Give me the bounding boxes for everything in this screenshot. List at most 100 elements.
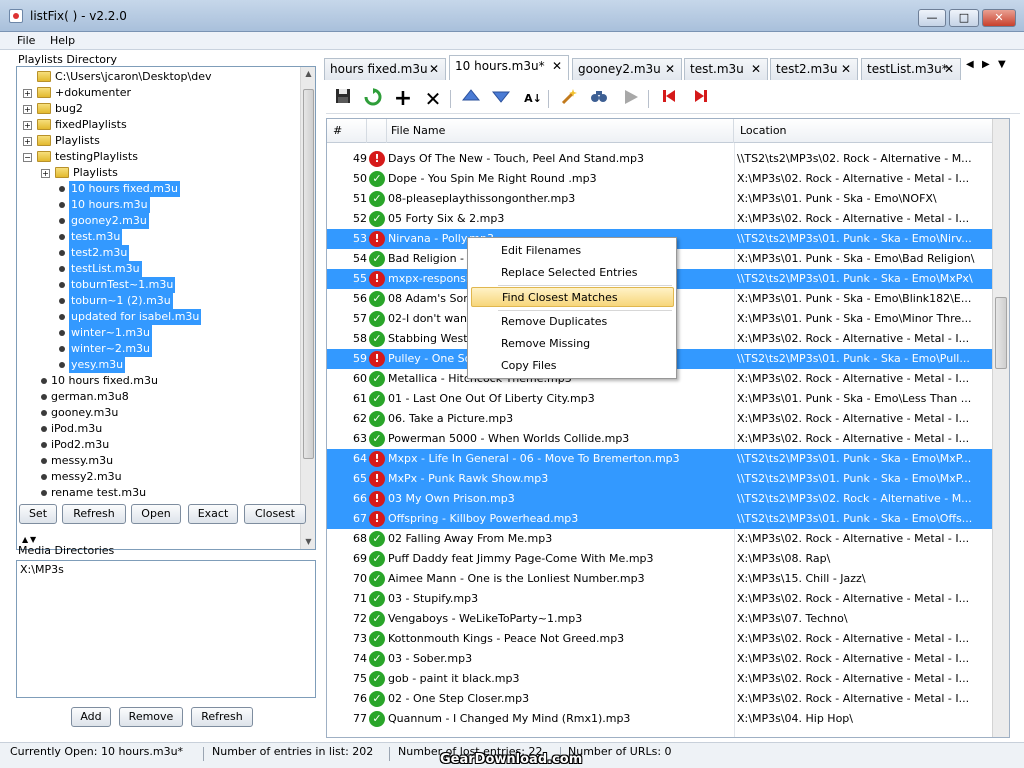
menu-copy-files[interactable]: Copy Files <box>471 356 674 376</box>
table-row[interactable]: 75 ✓ gob - paint it black.mp3 X:\MP3s\02. R… <box>327 669 993 689</box>
tree-node[interactable]: + Playlists <box>17 133 301 149</box>
table-row[interactable]: 52 ✓ 05 Forty Six & 2.mp3 X:\MP3s\02. Rock … <box>327 209 993 229</box>
menu-replace-selected-entries[interactable]: Replace Selected Entries <box>471 263 674 283</box>
table-row[interactable]: 74 ✓ 03 - Sober.mp3 X:\MP3s\02. Rock - Alte… <box>327 649 993 669</box>
tree-node[interactable]: testList.m3u <box>17 261 301 277</box>
tab-list-icon[interactable]: ▼ <box>998 59 1006 70</box>
playlists-tree[interactable]: rename test.m3u messy2.m3u messy.m3u iPod2.… <box>16 66 316 550</box>
tree-node[interactable]: − testingPlaylists <box>17 149 301 165</box>
table-scroll-thumb[interactable] <box>995 297 1007 369</box>
tree-node[interactable]: toburn~1 (2).m3u <box>17 293 301 309</box>
tree-node[interactable]: + fixedPlaylists <box>17 117 301 133</box>
expand-icon[interactable]: + <box>23 89 32 98</box>
table-row[interactable]: 68 ✓ 02 Falling Away From Me.mp3 X:\MP3s\02… <box>327 529 993 549</box>
delete-icon[interactable]: ✕ <box>422 88 444 110</box>
sort-icon[interactable]: A↓ <box>522 88 544 110</box>
table-row[interactable]: 66! 03 My Own Prison.mp3 \\TS2\ts2\MP3s\02… <box>327 489 993 509</box>
tab-testlist[interactable]: testList.m3u* ✕ <box>861 58 961 80</box>
table-scrollbar[interactable] <box>992 119 1009 737</box>
find-icon[interactable] <box>588 88 610 110</box>
tree-node[interactable]: winter~2.m3u <box>17 341 301 357</box>
menu-remove-missing[interactable]: Remove Missing <box>471 334 674 354</box>
table-row[interactable]: 63 ✓ Powerman 5000 - When Worlds Collide.m… <box>327 429 993 449</box>
refresh-playlists-button[interactable]: Refresh <box>62 504 126 524</box>
play-icon[interactable] <box>620 88 642 110</box>
tree-node[interactable]: + Playlists <box>17 165 301 181</box>
minimize-button[interactable]: — <box>918 9 946 27</box>
tree-node[interactable]: 10 hours fixed.m3u <box>17 373 301 389</box>
closest-button[interactable]: Closest <box>244 504 306 524</box>
tab-test2[interactable]: test2.m3u ✕ <box>770 58 858 80</box>
menu-edit-filenames[interactable]: Edit Filenames <box>471 241 674 261</box>
tree-node[interactable]: 10 hours.m3u <box>17 197 301 213</box>
last-icon[interactable] <box>690 88 712 110</box>
table-row[interactable]: 51 ✓ 08-pleaseplaythissongonther.mp3 X:\MP3… <box>327 189 993 209</box>
menu-file[interactable]: File <box>17 34 35 47</box>
move-up-icon[interactable] <box>460 88 482 110</box>
tree-scrollbar[interactable]: ▲ ▼ <box>300 67 315 549</box>
column-header-location[interactable]: Location <box>734 119 993 143</box>
tab-gooney2[interactable]: gooney2.m3u ✕ <box>572 58 682 80</box>
scroll-down-icon[interactable]: ▼ <box>301 535 315 549</box>
tree-node[interactable]: iPod.m3u <box>17 421 301 437</box>
table-row[interactable]: 69 ✓ Puff Daddy feat Jimmy Page-Come With … <box>327 549 993 569</box>
tree-node[interactable]: gooney2.m3u <box>17 213 301 229</box>
tree-node[interactable]: rename test.m3u <box>17 485 301 501</box>
tab-prev-icon[interactable]: ◀ <box>966 59 974 70</box>
table-row[interactable]: 72 ✓ Vengaboys - WeLikeToParty~1.mp3 X:\MP3… <box>327 609 993 629</box>
collapse-icon[interactable]: − <box>23 153 32 162</box>
expand-icon[interactable]: + <box>23 105 32 114</box>
add-icon[interactable]: + <box>392 88 414 110</box>
open-button[interactable]: Open <box>131 504 181 524</box>
set-button[interactable]: Set <box>19 504 57 524</box>
magic-wand-icon[interactable] <box>558 88 580 110</box>
close-window-button[interactable]: ✕ <box>982 9 1016 27</box>
expand-icon[interactable]: + <box>23 121 32 130</box>
tree-node[interactable]: updated for isabel.m3u <box>17 309 301 325</box>
expand-icon[interactable]: + <box>23 137 32 146</box>
table-row[interactable]: 62 ✓ 06. Take a Picture.mp3 X:\MP3s\02. Roc… <box>327 409 993 429</box>
close-tab-icon[interactable]: ✕ <box>751 59 761 79</box>
tree-node[interactable]: yesy.m3u <box>17 357 301 373</box>
tree-node[interactable]: toburnTest~1.m3u <box>17 277 301 293</box>
expand-icon[interactable]: + <box>41 169 50 178</box>
tab-test[interactable]: test.m3u ✕ <box>684 58 768 80</box>
column-header-file-name[interactable]: File Name <box>385 119 734 143</box>
tab-hours-fixed[interactable]: hours fixed.m3u ✕ <box>324 58 446 80</box>
tree-scroll-thumb[interactable] <box>303 89 314 459</box>
close-tab-icon[interactable]: ✕ <box>429 59 439 79</box>
column-header-number[interactable]: # <box>327 119 367 143</box>
table-row[interactable]: 77 ✓ Quannum - I Changed My Mind (Rmx1).mp… <box>327 709 993 729</box>
tree-node[interactable]: test2.m3u <box>17 245 301 261</box>
table-row[interactable]: 71 ✓ 03 - Stupify.mp3 X:\MP3s\02. Rock - Al… <box>327 589 993 609</box>
table-row[interactable]: 64! Mxpx - Life In General - 06 - Move To… <box>327 449 993 469</box>
tree-node[interactable]: winter~1.m3u <box>17 325 301 341</box>
move-down-icon[interactable] <box>490 88 512 110</box>
menu-find-closest-matches[interactable]: Find Closest Matches <box>471 287 674 307</box>
tree-node[interactable]: german.m3u8 <box>17 389 301 405</box>
tree-node[interactable]: C:\Users\jcaron\Desktop\dev <box>17 69 301 85</box>
tree-node[interactable]: gooney.m3u <box>17 405 301 421</box>
exact-button[interactable]: Exact <box>188 504 238 524</box>
table-row[interactable]: 50 ✓ Dope - You Spin Me Right Round .mp3 X:… <box>327 169 993 189</box>
tree-node[interactable]: + +dokumenter <box>17 85 301 101</box>
menu-remove-duplicates[interactable]: Remove Duplicates <box>471 312 674 332</box>
table-row[interactable]: 49! Days Of The New - Touch, Peel And Sta… <box>327 149 993 169</box>
add-media-button[interactable]: Add <box>71 707 111 727</box>
tree-node[interactable]: test.m3u <box>17 229 301 245</box>
refresh-media-button[interactable]: Refresh <box>191 707 253 727</box>
split-down-icon[interactable]: ▼ <box>30 535 36 544</box>
close-tab-icon[interactable]: ✕ <box>552 56 562 76</box>
tree-node[interactable]: + bug2 <box>17 101 301 117</box>
close-tab-icon[interactable]: ✕ <box>841 59 851 79</box>
tree-node[interactable]: iPod2.m3u <box>17 437 301 453</box>
scroll-up-icon[interactable]: ▲ <box>301 67 315 81</box>
maximize-button[interactable]: □ <box>949 9 979 27</box>
table-row[interactable]: 65! MxPx - Punk Rawk Show.mp3 \\TS2\ts2\MP… <box>327 469 993 489</box>
close-tab-icon[interactable]: ✕ <box>665 59 675 79</box>
first-icon[interactable] <box>658 88 680 110</box>
save-icon[interactable] <box>332 88 354 110</box>
close-tab-icon[interactable]: ✕ <box>944 59 954 79</box>
tree-node[interactable]: messy.m3u <box>17 453 301 469</box>
table-row[interactable]: 61 ✓ 01 - Last One Out Of Liberty City.mp3… <box>327 389 993 409</box>
